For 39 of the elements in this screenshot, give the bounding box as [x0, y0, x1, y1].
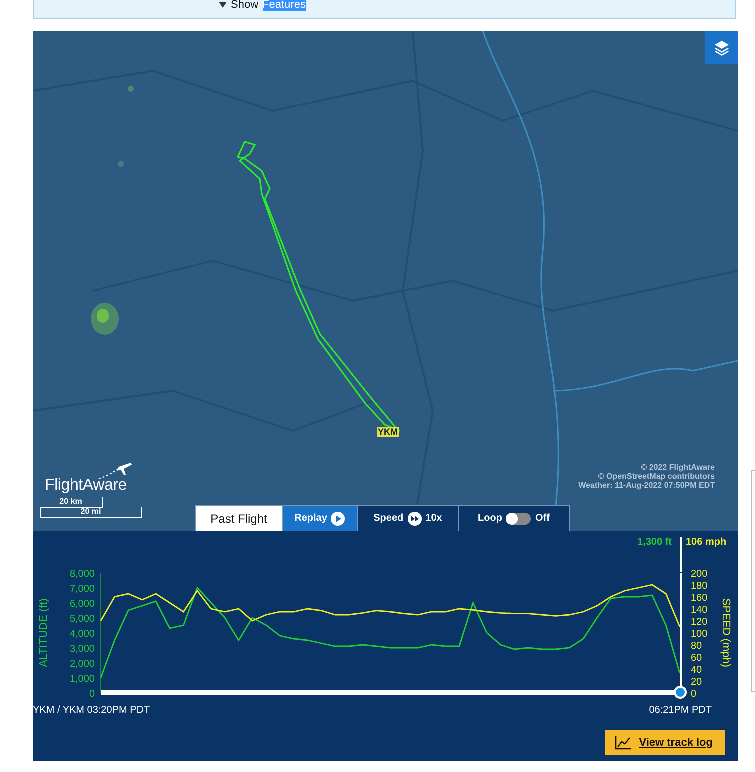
start-time: YKM / YKM 03:20PM PDT [33, 705, 150, 716]
text: 2,000 [70, 659, 95, 670]
layers-icon [714, 40, 730, 56]
airport-label: YKM [377, 427, 399, 437]
attribution-text: Weather: 11-Aug-2022 07:50PM EDT [578, 481, 715, 490]
text: 6,000 [70, 599, 95, 610]
axis-title: SPEED (mph) [720, 598, 732, 668]
track-log-button[interactable]: View track log [605, 730, 725, 755]
caret-icon[interactable] [219, 2, 227, 8]
text: 1,000 [70, 674, 95, 685]
altitude-reading: 1,300 ft [638, 537, 672, 548]
cursor-line [680, 537, 682, 572]
scale-bar: 20 mi [40, 507, 142, 518]
loop-button[interactable]: Loop Off [458, 505, 570, 531]
fast-forward-icon [408, 512, 422, 526]
end-time: 06:21PM PDT [649, 705, 712, 716]
text: 8,000 [70, 569, 95, 580]
slider-handle[interactable] [674, 686, 686, 699]
timeline-slider[interactable] [101, 686, 687, 699]
attribution-text: © 2022 FlightAware [641, 463, 715, 472]
toggle-switch[interactable] [506, 512, 532, 524]
attribution-text: © OpenStreetMap contributors [598, 472, 715, 481]
chart-icon [615, 736, 632, 750]
show-label[interactable]: Show [231, 0, 259, 11]
text: 3,000 [70, 644, 95, 655]
past-flight-tab[interactable]: Past Flight [195, 505, 283, 531]
speed-axis: 0 20 40 60 80 100 120 140 160 180 200 [691, 569, 708, 700]
layers-button[interactable] [705, 31, 738, 64]
scale-bar: 20 km [40, 497, 103, 508]
logo-text: FlightAware [45, 477, 127, 495]
axis-title: ALTITUDE (ft) [38, 598, 50, 668]
replay-button[interactable]: Replay [282, 505, 358, 531]
speed-reading: 106 mph [686, 537, 727, 548]
text: 0 [89, 689, 95, 700]
play-icon [331, 512, 346, 526]
text: 5,000 [70, 614, 95, 625]
speed-button[interactable]: Speed 10x [357, 505, 459, 531]
text: 4,000 [70, 629, 95, 640]
text: 7,000 [70, 584, 95, 595]
